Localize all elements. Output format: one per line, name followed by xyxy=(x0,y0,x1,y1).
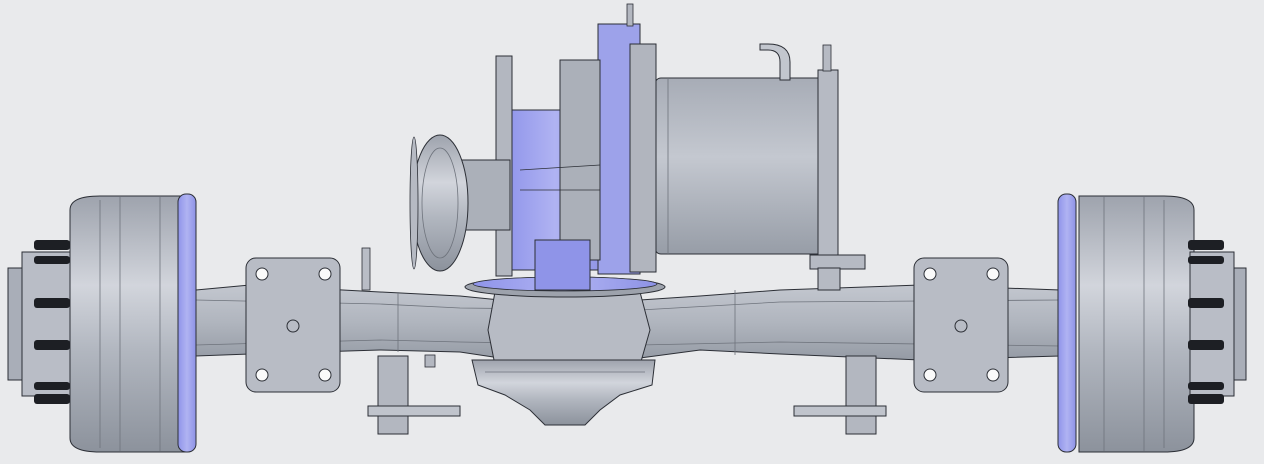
vent-pipe xyxy=(361,247,371,291)
wheel-hub-left xyxy=(7,193,197,453)
electric-motor xyxy=(654,43,866,291)
lower-bracket-right xyxy=(793,355,887,435)
cad-viewport[interactable] xyxy=(0,0,1264,464)
gearbox xyxy=(495,3,657,291)
differential-housing xyxy=(464,276,666,426)
mounting-plate-right xyxy=(913,257,1009,393)
input-flange xyxy=(409,134,511,272)
lower-bracket-left xyxy=(367,354,461,435)
axle-assembly-render xyxy=(7,3,1247,453)
wheel-hub-right xyxy=(1057,193,1247,453)
mounting-plate-left xyxy=(245,257,341,393)
